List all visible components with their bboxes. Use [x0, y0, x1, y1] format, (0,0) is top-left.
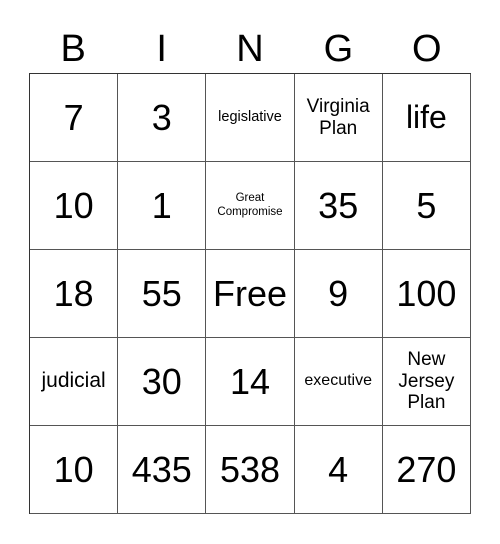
bingo-cell[interactable]: 5: [382, 162, 471, 250]
bingo-cell[interactable]: judicial: [30, 338, 119, 426]
bingo-cell[interactable]: 4: [294, 426, 383, 514]
bingo-cell[interactable]: 55: [118, 250, 207, 338]
header-letter-n: N: [236, 28, 264, 70]
header-letter-b: B: [60, 28, 86, 70]
bingo-cell[interactable]: 30: [118, 338, 207, 426]
bingo-cell[interactable]: life: [382, 74, 471, 162]
bingo-cell[interactable]: executive: [294, 338, 383, 426]
bingo-cell[interactable]: 10: [30, 426, 119, 514]
bingo-cell[interactable]: legislative: [206, 74, 295, 162]
bingo-cell[interactable]: Virginia Plan: [294, 74, 383, 162]
free-space-cell[interactable]: Free: [206, 250, 295, 338]
bingo-cell[interactable]: Great Compromise: [206, 162, 295, 250]
bingo-cell[interactable]: 435: [118, 426, 207, 514]
bingo-card-grid: 7 3 legislative Virginia Plan life 10 1 …: [29, 73, 471, 514]
bingo-cell[interactable]: 10: [30, 162, 119, 250]
header-letter-g: G: [323, 28, 354, 70]
bingo-cell[interactable]: 9: [294, 250, 383, 338]
bingo-cell[interactable]: 7: [30, 74, 119, 162]
bingo-cell[interactable]: New Jersey Plan: [382, 338, 471, 426]
bingo-cell[interactable]: 100: [382, 250, 471, 338]
bingo-cell[interactable]: 3: [118, 74, 207, 162]
bingo-header: B I N G O: [29, 26, 471, 72]
header-letter-o: O: [412, 28, 442, 70]
header-letter-i: I: [156, 28, 167, 70]
bingo-cell[interactable]: 35: [294, 162, 383, 250]
bingo-cell[interactable]: 14: [206, 338, 295, 426]
bingo-cell[interactable]: 1: [118, 162, 207, 250]
bingo-cell[interactable]: 270: [382, 426, 471, 514]
bingo-cell[interactable]: 538: [206, 426, 295, 514]
bingo-cell[interactable]: 18: [30, 250, 119, 338]
